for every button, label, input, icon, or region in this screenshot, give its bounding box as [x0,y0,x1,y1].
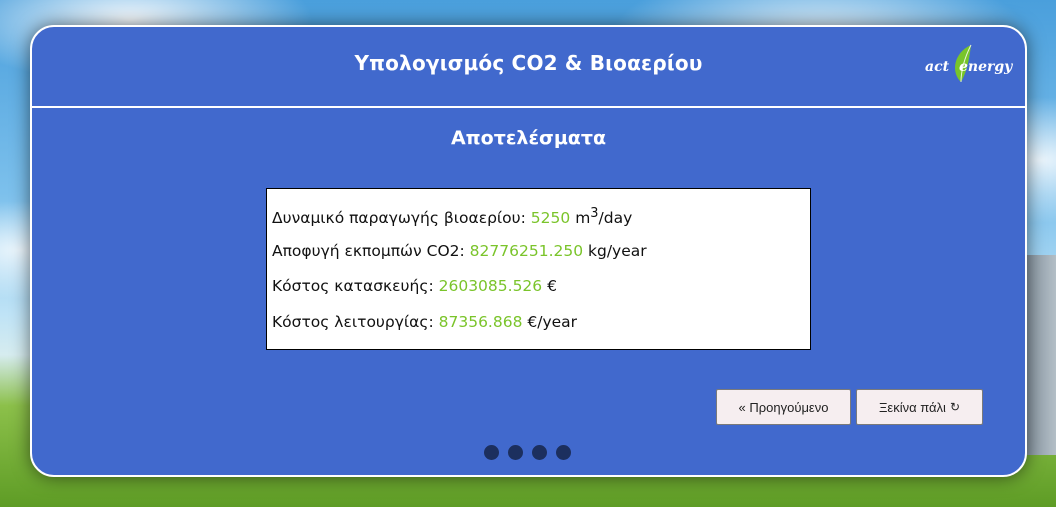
result-label: Κόστος λειτουργίας: [272,312,434,331]
result-label: Αποφυγή εκπομπών CO2: [272,241,465,260]
step-indicator [484,445,571,461]
step-dot[interactable] [508,445,523,460]
refresh-icon: ↻ [949,400,960,414]
result-unit: €/year [527,312,578,331]
result-unit: kg/year [588,241,647,260]
step-dot[interactable] [532,445,547,460]
result-value: 87356.868 [438,312,523,331]
result-label: Κόστος κατασκευής: [272,277,434,295]
restart-label: Ξεκίνα πάλι [878,399,946,415]
result-unit: m3/day [575,206,633,228]
result-operating-cost: Κόστος λειτουργίας: 87356.868 €/year [272,313,810,349]
step-dot[interactable] [484,445,499,460]
brand-logo: act energy [925,44,1013,85]
restart-button[interactable]: Ξεκίνα πάλι ↻ [856,389,983,425]
result-value: 5250 [530,209,571,228]
result-value: 82776251.250 [469,241,584,260]
result-co2-avoidance: Αποφυγή εκπομπών CO2: 82776251.250 kg/ye… [272,242,810,278]
step-dot[interactable] [556,445,571,460]
result-construction-cost: Κόστος κατασκευής: 2603085.526 € [272,277,810,313]
panel-header: Υπολογισμός CO2 & Βιοαερίου act energy [32,27,1025,108]
result-label: Δυναμικό παραγωγής βιοαερίου: [272,209,526,228]
result-value: 2603085.526 [438,277,543,295]
app-title: Υπολογισμός CO2 & Βιοαερίου [354,51,703,75]
calculator-panel: Υπολογισμός CO2 & Βιοαερίου act energy Α… [30,25,1027,477]
results-box: Δυναμικό παραγωγής βιοαερίου: 5250 m3/da… [266,188,811,350]
result-biogas-potential: Δυναμικό παραγωγής βιοαερίου: 5250 m3/da… [272,206,810,242]
previous-button[interactable]: « Προηγούμενο [716,389,851,425]
result-unit: € [547,277,557,295]
section-title: Αποτελέσματα [450,127,607,149]
